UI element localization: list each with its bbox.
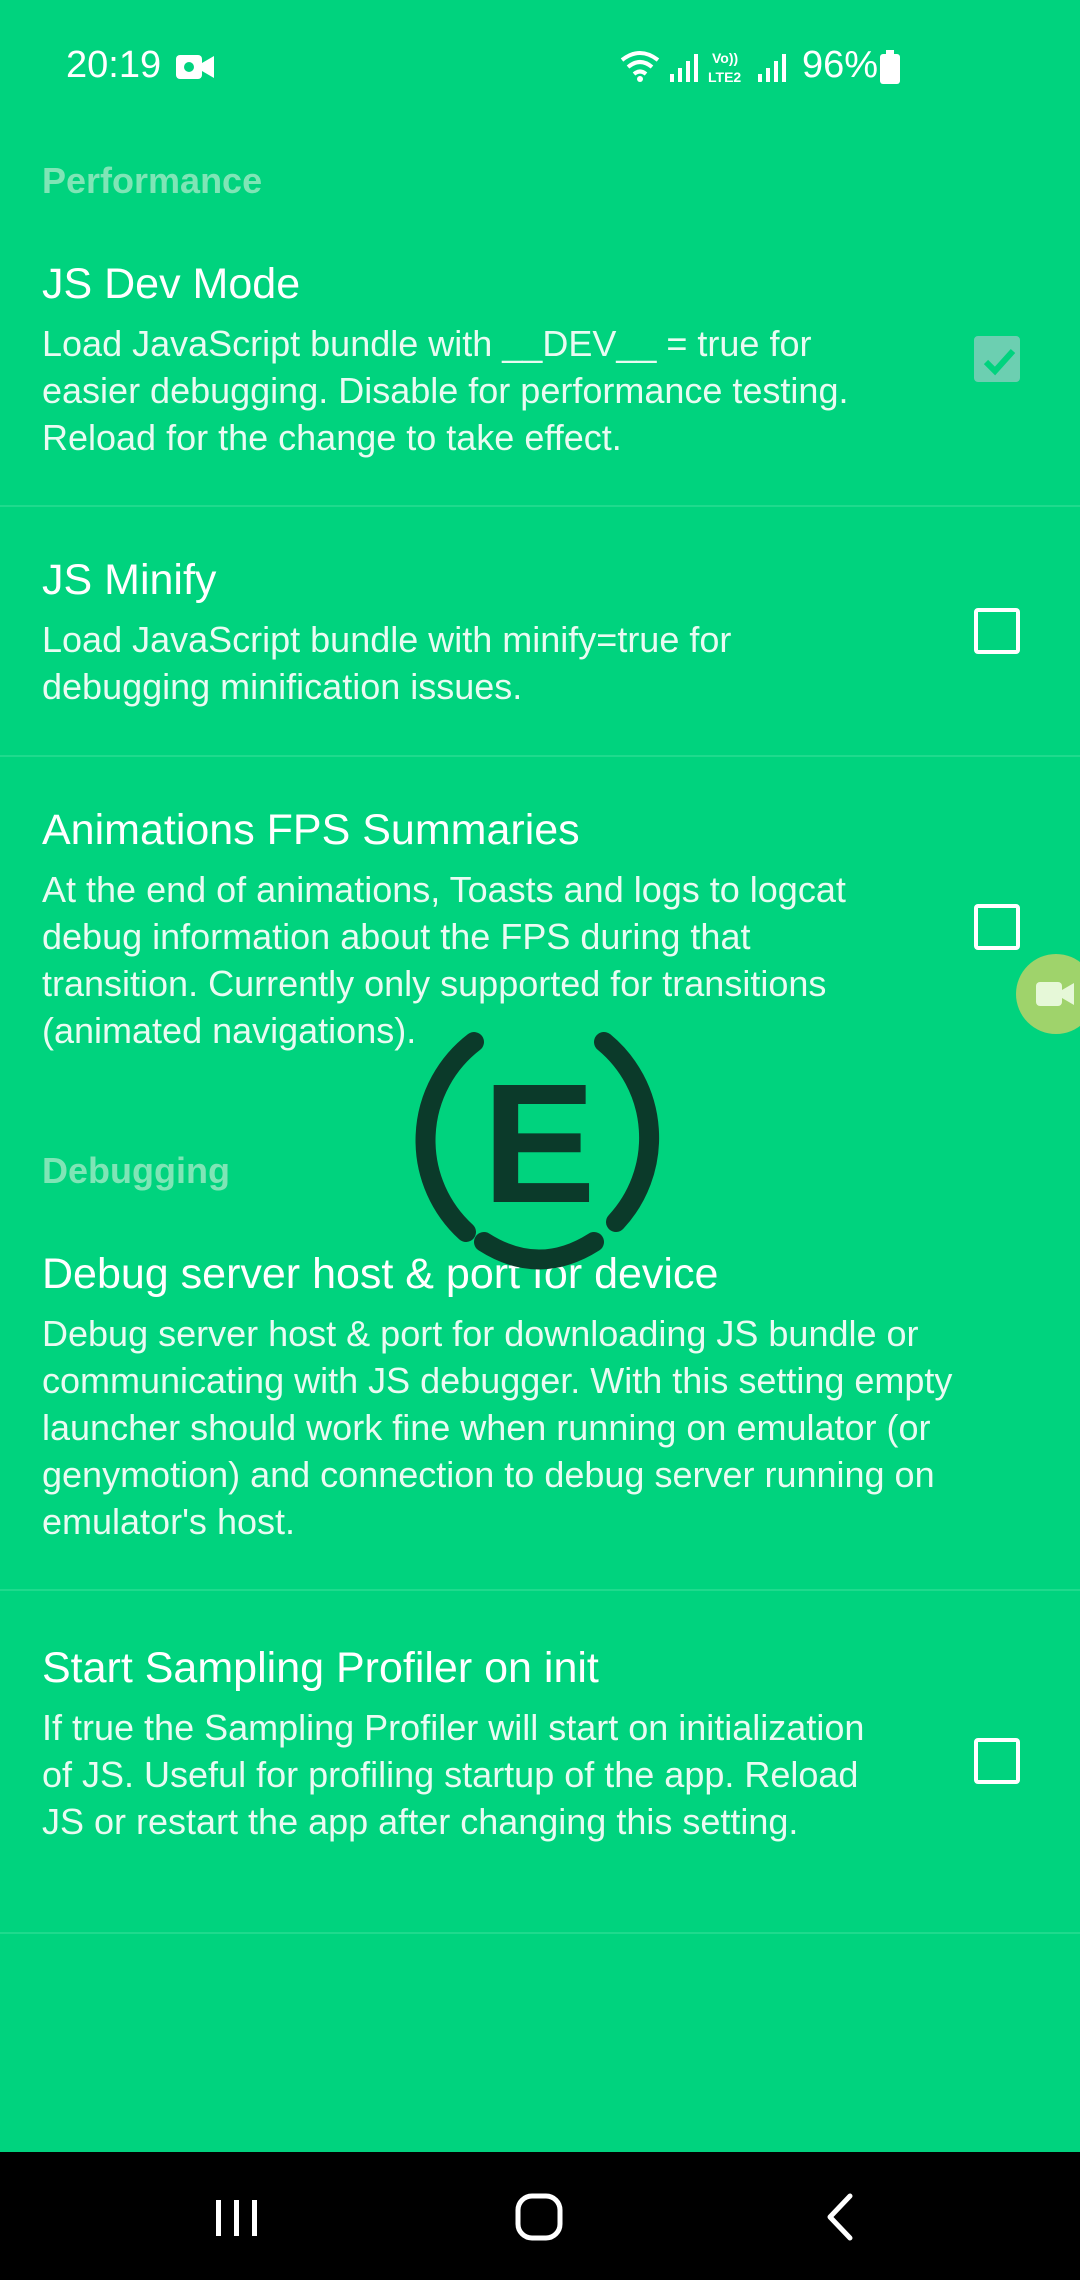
pref-summary: Debug server host & port for downloading… (42, 1313, 953, 1542)
volte-icon: Vo)) LTE2 (708, 50, 741, 85)
svg-text:LTE2: LTE2 (708, 69, 741, 85)
checkmark-icon (983, 348, 1016, 376)
signal-icon-2 (758, 54, 786, 82)
pref-title: Animations FPS Summaries (42, 806, 580, 854)
svg-text:Vo)): Vo)) (712, 50, 738, 66)
back-icon[interactable] (806, 2182, 876, 2252)
pref-debug-server-host[interactable]: Debug server host & port for device Debu… (0, 1240, 1080, 1590)
animations-fps-checkbox[interactable] (974, 904, 1020, 950)
pref-summary: If true the Sampling Profiler will start… (42, 1707, 865, 1842)
pref-js-dev-mode[interactable]: JS Dev Mode Load JavaScript bundle with … (0, 250, 1080, 506)
pref-js-minify[interactable]: JS Minify Load JavaScript bundle with mi… (0, 540, 1080, 756)
status-bar: 20:19 Vo)) LTE2 96% (0, 0, 1080, 136)
section-header-performance: Performance (42, 160, 263, 201)
wifi-icon (620, 51, 660, 82)
js-dev-mode-checkbox[interactable] (974, 336, 1020, 382)
status-time: 20:19 (66, 44, 162, 86)
section-header-debugging: Debugging (42, 1150, 230, 1191)
pref-summary: Load JavaScript bundle with __DEV__ = tr… (42, 323, 849, 458)
sampling-profiler-checkbox[interactable] (974, 1738, 1020, 1784)
video-record-icon (176, 55, 214, 79)
divider (0, 755, 1080, 757)
watermark-logo: E (415, 1032, 660, 1270)
pref-sampling-profiler[interactable]: Start Sampling Profiler on init If true … (0, 1630, 1080, 1932)
battery-icon (880, 50, 900, 84)
navigation-bar (0, 2152, 1080, 2280)
js-minify-checkbox[interactable] (974, 608, 1020, 654)
pref-summary: Load JavaScript bundle with minify=true … (42, 619, 732, 707)
recents-icon[interactable] (202, 2182, 272, 2252)
settings-screen: 20:19 Vo)) LTE2 96% Performance JS Dev M… (0, 0, 1080, 2280)
pref-title: JS Minify (42, 556, 217, 604)
divider (0, 1589, 1080, 1591)
divider (0, 505, 1080, 507)
home-icon[interactable] (504, 2182, 574, 2252)
signal-icon (670, 54, 698, 82)
divider (0, 1932, 1080, 1934)
pref-title: JS Dev Mode (42, 260, 301, 308)
battery-percent: 96% (802, 44, 879, 86)
svg-text:E: E (482, 1049, 595, 1239)
video-record-icon (1036, 982, 1074, 1006)
pref-title: Start Sampling Profiler on init (42, 1644, 599, 1692)
